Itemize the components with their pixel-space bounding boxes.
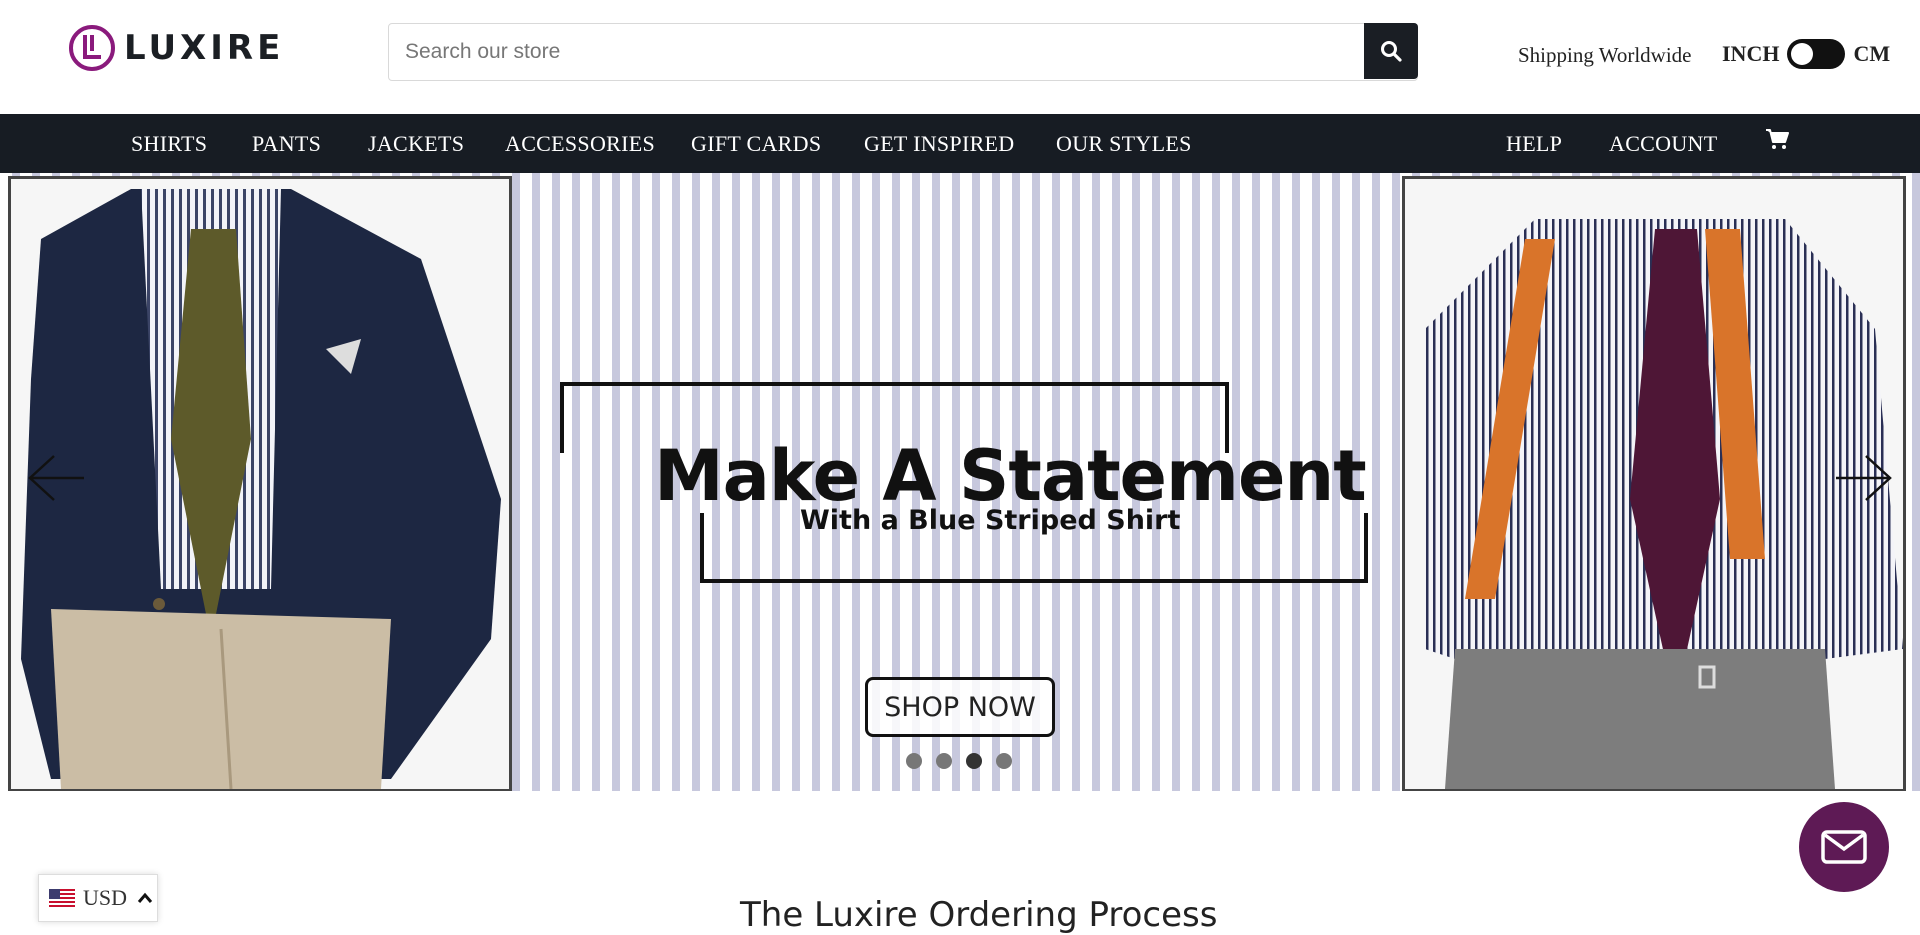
- currency-code: USD: [83, 885, 128, 910]
- main-nav: SHIRTS PANTS JACKETS ACCESSORIES GIFT CA…: [0, 114, 1920, 173]
- us-flag-icon: [49, 889, 75, 907]
- search-input[interactable]: [389, 24, 1364, 80]
- hero-carousel: Make A Statement With a Blue Striped Shi…: [0, 173, 1920, 791]
- nav-item-jackets[interactable]: JACKETS: [368, 131, 464, 157]
- cart-icon: [1766, 129, 1789, 149]
- hero-subline: With a Blue Striped Shirt: [800, 505, 1181, 536]
- shipping-worldwide-link[interactable]: Shipping Worldwide: [1518, 43, 1692, 68]
- arrow-left-icon: [28, 455, 84, 501]
- carousel-dot-2[interactable]: [936, 753, 952, 769]
- brand-name: LUXIRE: [124, 28, 285, 68]
- brand-logo[interactable]: LUXIRE: [68, 24, 284, 72]
- unit-cm-label: CM: [1853, 41, 1891, 66]
- nav-item-accessories[interactable]: ACCESSORIES: [505, 131, 655, 157]
- unit-toggle[interactable]: [1787, 39, 1846, 69]
- search-button[interactable]: [1364, 23, 1418, 79]
- carousel-prev-button[interactable]: [26, 453, 86, 508]
- ordering-process-heading: The Luxire Ordering Process: [740, 895, 1218, 935]
- shop-now-button[interactable]: SHOP NOW: [865, 677, 1055, 737]
- carousel-dot-3[interactable]: [966, 753, 982, 769]
- carousel-dot-4[interactable]: [996, 753, 1012, 769]
- luxire-logo-icon: [69, 25, 115, 71]
- carousel-dots: [906, 753, 1012, 769]
- nav-item-help[interactable]: HELP: [1506, 131, 1562, 157]
- carousel-next-button[interactable]: [1834, 453, 1894, 508]
- carousel-dot-1[interactable]: [906, 753, 922, 769]
- search-bar: [388, 23, 1418, 81]
- nav-item-get-inspired[interactable]: GET INSPIRED: [864, 131, 1014, 157]
- nav-item-gift-cards[interactable]: GIFT CARDS: [691, 131, 821, 157]
- currency-selector[interactable]: USD: [38, 874, 158, 922]
- mail-icon: [1821, 830, 1867, 864]
- arrow-right-icon: [1836, 455, 1892, 501]
- toggle-knob: [1791, 43, 1814, 65]
- chevron-up-icon: [137, 892, 153, 903]
- contact-mail-button[interactable]: [1799, 802, 1889, 892]
- nav-item-our-styles[interactable]: OUR STYLES: [1056, 131, 1192, 157]
- nav-item-account[interactable]: ACCOUNT: [1609, 131, 1717, 157]
- nav-item-pants[interactable]: PANTS: [252, 131, 321, 157]
- cart-button[interactable]: [1764, 127, 1790, 156]
- search-icon: [1381, 41, 1402, 62]
- unit-inch-label: INCH: [1722, 41, 1780, 66]
- site-header: LUXIRE Shipping Worldwide INCH CM: [0, 0, 1920, 114]
- nav-item-shirts[interactable]: SHIRTS: [131, 131, 207, 157]
- unit-switch: INCH CM: [1722, 39, 1890, 69]
